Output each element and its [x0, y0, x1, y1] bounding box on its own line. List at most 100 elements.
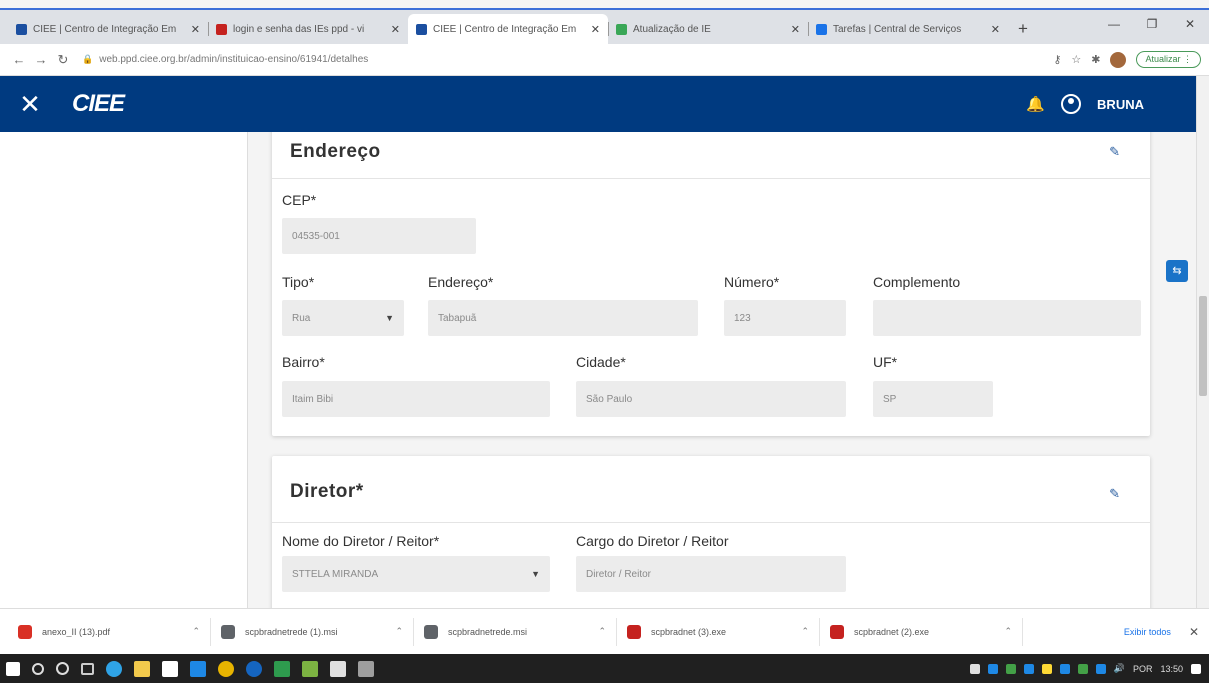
toolbar-icons: ⚷ ☆ ✱ Atualizar ⋮	[1053, 51, 1201, 68]
tray-icon[interactable]	[969, 663, 980, 674]
cidade-field[interactable]: São Paulo	[576, 381, 846, 417]
tray-icon[interactable]	[987, 663, 998, 674]
cortana-icon[interactable]	[56, 662, 69, 675]
windows-start-icon[interactable]	[6, 661, 20, 676]
complemento-field[interactable]	[873, 300, 1141, 336]
chevron-up-icon[interactable]: ⌃	[801, 626, 809, 637]
cep-field[interactable]: 04535-001	[282, 218, 476, 254]
sheets-icon[interactable]	[274, 660, 290, 677]
tray-icon[interactable]	[1059, 663, 1070, 674]
chevron-up-icon[interactable]: ⌃	[192, 626, 200, 637]
download-item[interactable]: scpbradnet (2).exe ⌃	[820, 617, 1023, 646]
url-field[interactable]: 🔒 web.ppd.ciee.org.br/admin/instituicao-…	[82, 49, 1053, 71]
section-title: Endereço	[290, 141, 381, 162]
chevron-up-icon[interactable]: ⌃	[598, 626, 606, 637]
screen: CIEE | Centro de Integração Em ✕ login e…	[0, 0, 1209, 693]
cep-label: CEP*	[282, 192, 317, 208]
uf-field[interactable]: SP	[873, 381, 993, 417]
browser-tab[interactable]: CIEE | Centro de Integração Em ✕	[8, 14, 208, 44]
msi-file-icon	[424, 624, 438, 639]
tab-close-icon[interactable]: ✕	[591, 23, 600, 36]
bairro-field[interactable]: Itaim Bibi	[282, 381, 550, 417]
tipo-select[interactable]: Rua ▼	[282, 300, 404, 336]
profile-avatar[interactable]	[1110, 51, 1127, 68]
tray-icon[interactable]	[1023, 663, 1034, 674]
tray-icon[interactable]	[1005, 663, 1016, 674]
cargo-diretor-field[interactable]: Diretor / Reitor	[576, 556, 846, 592]
numero-field[interactable]: 123	[724, 300, 846, 336]
key-icon[interactable]: ⚷	[1053, 53, 1061, 66]
volume-icon[interactable]: 🔊	[1114, 663, 1125, 674]
download-item[interactable]: anexo_II (13).pdf ⌃	[8, 617, 211, 646]
update-button[interactable]: Atualizar ⋮	[1136, 51, 1201, 68]
reload-icon[interactable]: ↻	[52, 52, 74, 68]
username[interactable]: BRUNA	[1097, 97, 1144, 112]
language-indicator[interactable]: POR	[1133, 664, 1153, 674]
system-tray: 🔊 POR 13:50	[969, 663, 1201, 674]
cargo-diretor-label: Cargo do Diretor / Reitor	[576, 533, 729, 549]
translate-icon[interactable]: ⇆	[1166, 260, 1188, 282]
tab-close-icon[interactable]: ✕	[791, 23, 800, 36]
app-icon[interactable]	[358, 660, 374, 677]
mail-icon[interactable]	[190, 660, 206, 677]
minimize-icon[interactable]: —	[1095, 12, 1133, 36]
task-view-icon[interactable]	[81, 662, 94, 675]
window-controls: — ❐ ✕	[1095, 12, 1209, 36]
tab-title: CIEE | Centro de Integração Em	[433, 23, 577, 35]
download-item[interactable]: scpbradnet (3).exe ⌃	[617, 617, 820, 646]
downloads-bar: anexo_II (13).pdf ⌃ scpbradnetrede (1).m…	[0, 608, 1209, 654]
scrollbar-thumb[interactable]	[1199, 296, 1207, 396]
tray-icon[interactable]	[1077, 663, 1088, 674]
app-icon[interactable]	[246, 660, 262, 677]
chevron-up-icon[interactable]: ⌃	[1004, 626, 1012, 637]
tray-icon[interactable]	[1095, 663, 1106, 674]
main-content: Endereço ✎ CEP* 04535-001 Tipo* Rua ▼ En…	[0, 132, 1196, 608]
edit-icon[interactable]: ✎	[1109, 486, 1120, 502]
browser-tab[interactable]: Atualização de IE ✕	[608, 14, 808, 44]
close-window-icon[interactable]: ✕	[1171, 12, 1209, 36]
msi-file-icon	[221, 624, 235, 639]
store-icon[interactable]	[162, 660, 178, 677]
browser-tab[interactable]: Tarefas | Central de Serviços ✕	[808, 14, 1008, 44]
page-scrollbar[interactable]	[1196, 76, 1209, 608]
close-menu-icon[interactable]: ✕	[0, 89, 60, 120]
notifications-icon[interactable]	[1191, 663, 1201, 674]
nome-diretor-select[interactable]: STTELA MIRANDA ▼	[282, 556, 550, 592]
browser-tab-strip: CIEE | Centro de Integração Em ✕ login e…	[0, 8, 1209, 44]
star-icon[interactable]: ☆	[1071, 53, 1081, 66]
download-item[interactable]: scpbradnetrede.msi ⌃	[414, 617, 617, 646]
new-tab-button[interactable]: +	[1008, 14, 1038, 44]
search-icon[interactable]	[32, 662, 44, 675]
chevron-up-icon[interactable]: ⌃	[395, 626, 403, 637]
download-item[interactable]: scpbradnetrede (1).msi ⌃	[211, 617, 414, 646]
show-all-downloads-link[interactable]: Exibir todos	[1124, 627, 1171, 637]
cidade-value: São Paulo	[586, 393, 633, 405]
clock[interactable]: 13:50	[1160, 664, 1183, 674]
restore-icon[interactable]: ❐	[1133, 12, 1171, 36]
edit-icon[interactable]: ✎	[1109, 144, 1120, 160]
app-icon[interactable]	[302, 660, 318, 677]
endereco-field[interactable]: Tabapuã	[428, 300, 698, 336]
back-icon[interactable]: ←	[8, 52, 30, 67]
nome-diretor-label: Nome do Diretor / Reitor*	[282, 533, 440, 549]
app-icon[interactable]	[330, 660, 346, 677]
browser-tab-active[interactable]: CIEE | Centro de Integração Em ✕	[408, 14, 608, 44]
tray-icon[interactable]	[1041, 663, 1052, 674]
numero-value: 123	[734, 312, 751, 324]
tab-close-icon[interactable]: ✕	[191, 23, 200, 36]
forward-icon[interactable]: →	[30, 52, 52, 67]
app-header: ✕ CIEE 🔔 BRUNA	[0, 76, 1196, 132]
tab-close-icon[interactable]: ✕	[391, 23, 400, 36]
bell-icon[interactable]: 🔔	[1026, 95, 1045, 113]
update-label: Atualizar	[1145, 54, 1181, 64]
close-downloads-icon[interactable]: ✕	[1189, 625, 1199, 639]
tab-close-icon[interactable]: ✕	[991, 23, 1000, 36]
chrome-icon[interactable]	[218, 660, 234, 677]
ciee-logo[interactable]: CIEE	[72, 90, 125, 118]
edge-icon[interactable]	[106, 660, 122, 677]
browser-tab[interactable]: login e senha das IEs ppd - vi ✕	[208, 14, 408, 44]
bairro-label: Bairro*	[282, 354, 325, 370]
extensions-icon[interactable]: ✱	[1091, 53, 1100, 66]
file-explorer-icon[interactable]	[134, 660, 150, 677]
user-icon[interactable]	[1061, 94, 1082, 114]
